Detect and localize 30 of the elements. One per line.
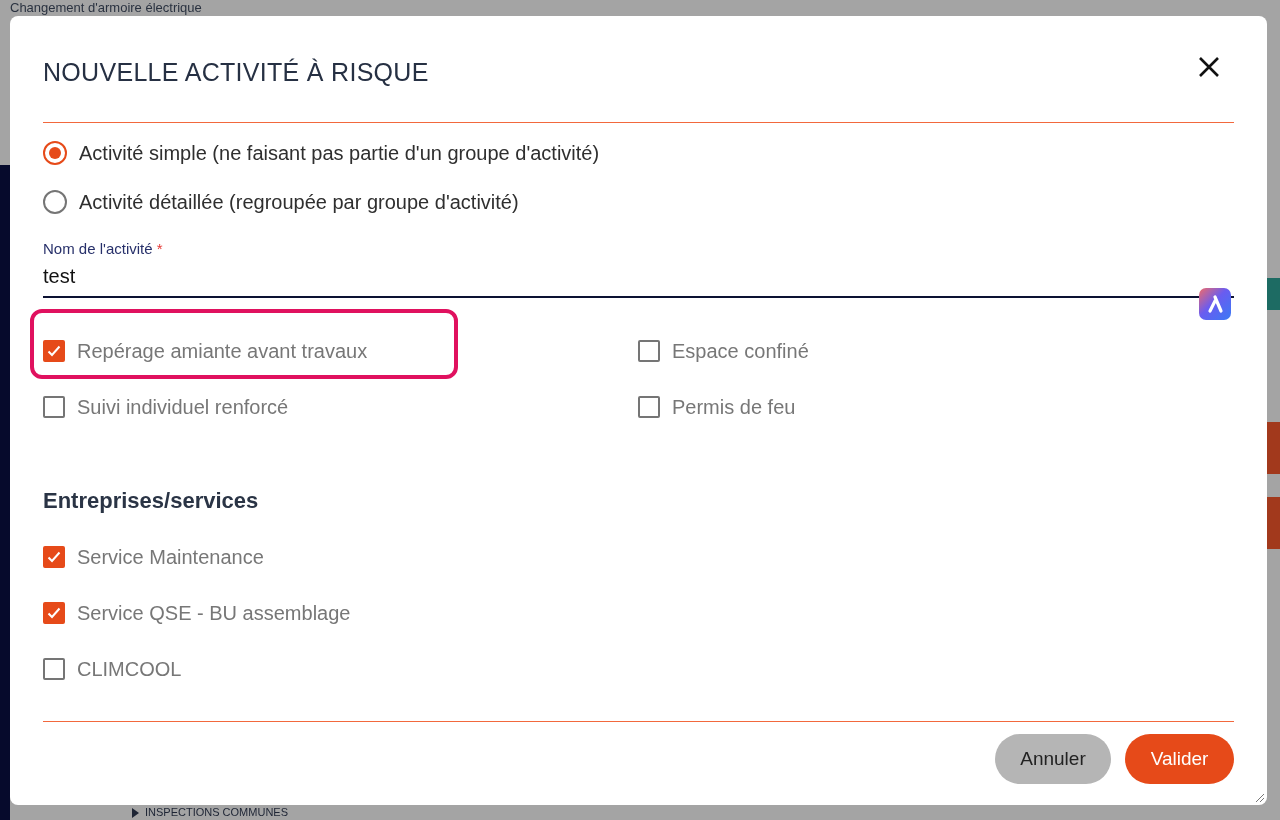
close-icon[interactable] [1198,56,1220,78]
checkbox-option[interactable]: CLIMCOOL [43,656,1234,682]
checkbox[interactable] [43,396,65,418]
radio-option[interactable]: Activité détaillée (regroupée par groupe d'activité) [43,190,1234,214]
check-icon [47,607,61,619]
radio-button[interactable] [43,141,67,165]
check-icon [47,551,61,563]
checkbox-option[interactable]: Suivi individuel renforcé [43,394,638,420]
checkbox[interactable] [43,602,65,624]
check-icon [47,345,61,357]
dialog-button[interactable]: Valider [1125,734,1234,784]
page-title: Changement d'armoire électrique [10,1,202,15]
checkbox-option[interactable]: Repérage amiante avant travaux [43,338,638,364]
checkbox[interactable] [43,658,65,680]
resize-grip-icon[interactable] [1255,793,1265,803]
checkbox-option[interactable]: Permis de feu [638,394,1234,420]
checkbox[interactable] [638,396,660,418]
checkbox[interactable] [43,340,65,362]
section-heading: Entreprises/services [43,488,260,514]
checkbox-option[interactable]: Service Maintenance [43,544,1234,570]
radio-button[interactable] [43,190,67,214]
radio-option[interactable]: Activité simple (ne faisant pas partie d'un groupe d'activité) [43,141,1234,165]
checkbox-option[interactable]: Service QSE - BU assemblage [43,600,1234,626]
checkbox[interactable] [638,340,660,362]
checkbox-option[interactable]: Espace confiné [638,338,1234,364]
dialog-button[interactable]: Annuler [995,734,1111,784]
checkbox[interactable] [43,546,65,568]
dialog-title: NOUVELLE ACTIVITÉ À RISQUE [43,56,429,87]
field-label: Nom de l'activité * [43,240,164,257]
extension-icon[interactable] [1199,288,1231,320]
